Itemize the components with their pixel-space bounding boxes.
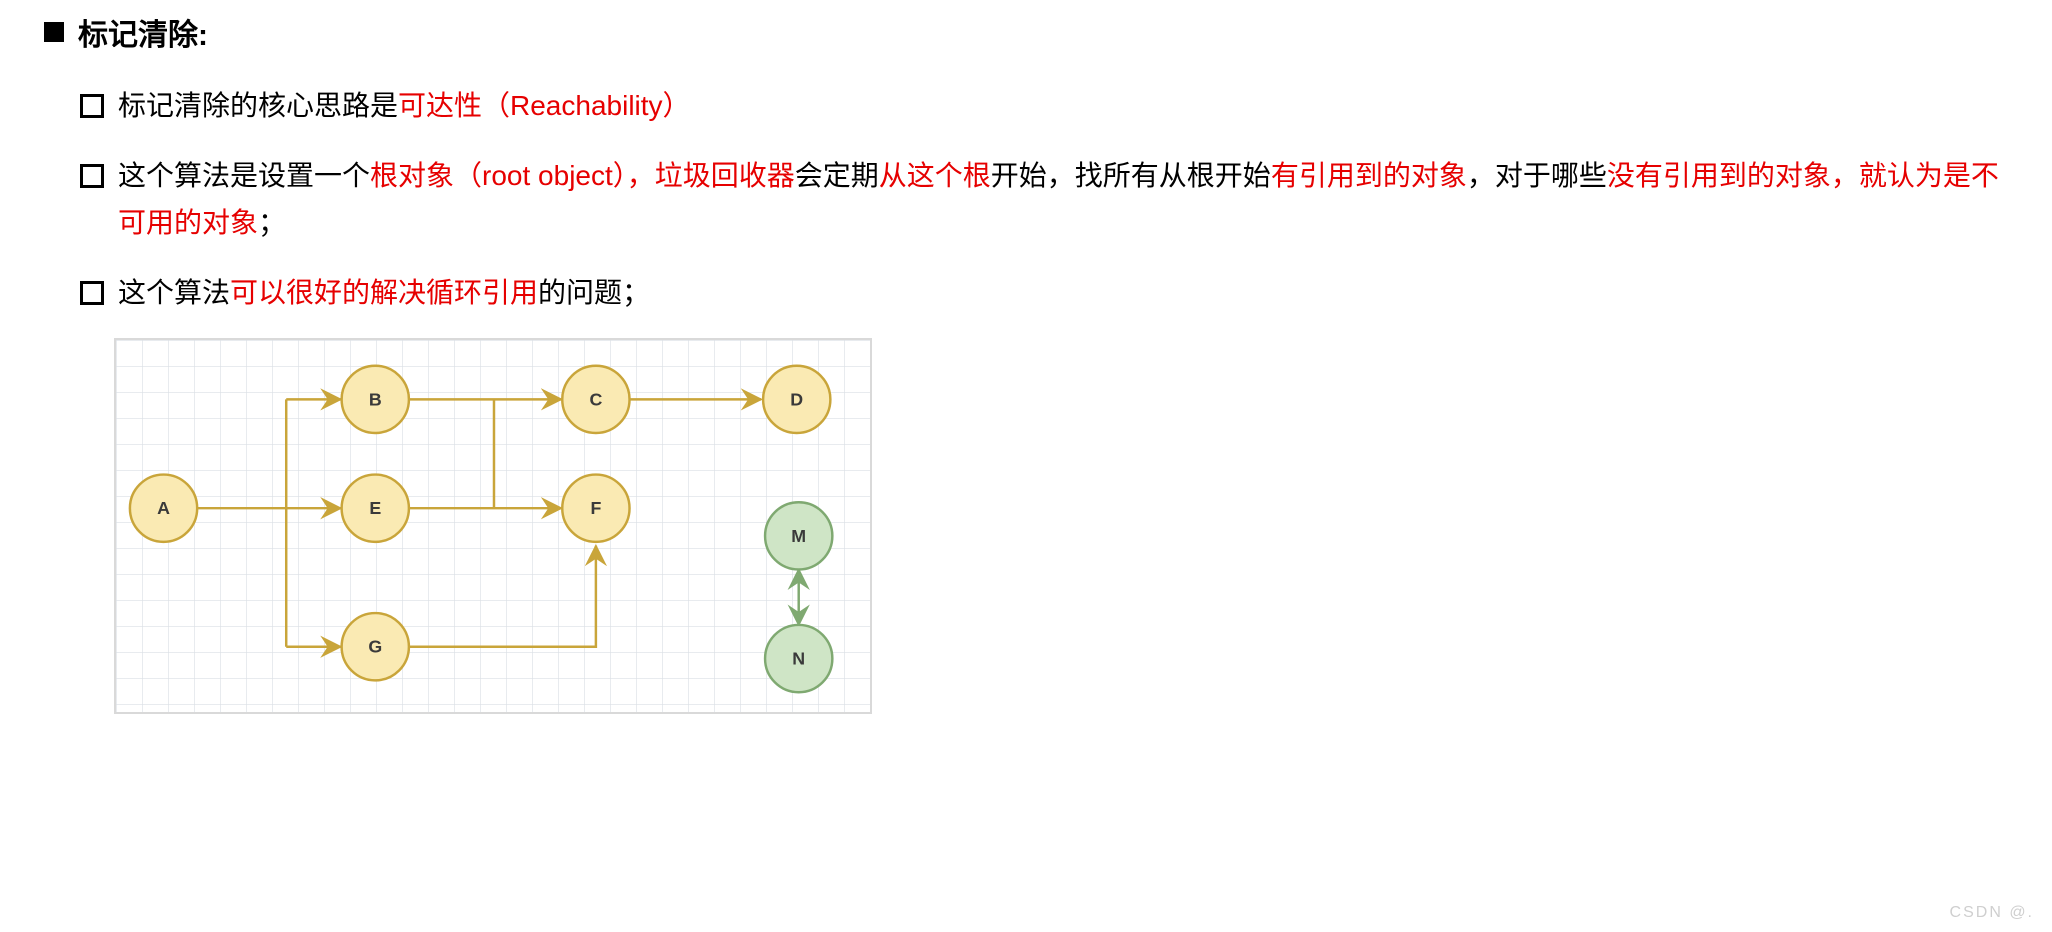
node-label: A: [157, 499, 170, 519]
text-fragment: 这个算法是设置一个: [118, 160, 370, 191]
text-fragment: 标记清除的核心思路是: [118, 90, 398, 121]
node-label: F: [590, 499, 601, 519]
text-fragment: 开始，找所有从根开始: [991, 160, 1271, 191]
list-item: 这个算法可以很好的解决循环引用的问题；: [80, 269, 2012, 317]
page: 标记清除: 标记清除的核心思路是可达性（Reachability） 这个算法是设…: [0, 0, 2052, 932]
text-fragment: 这个算法: [118, 277, 230, 308]
text-fragment-red: 有引用到的对象: [1271, 160, 1467, 191]
node-n: N: [765, 625, 832, 692]
node-label: N: [792, 649, 805, 669]
node-label: D: [790, 390, 803, 410]
sub-list: 标记清除的核心思路是可达性（Reachability） 这个算法是设置一个根对象…: [80, 82, 2012, 316]
node-g: G: [342, 613, 409, 680]
text-fragment-red: 可以很好的解决循环引用: [230, 277, 538, 308]
bullet-hollow-square-icon: [80, 94, 104, 118]
text-fragment: ，对于哪些: [1467, 160, 1607, 191]
list-item: 标记清除的核心思路是可达性（Reachability）: [80, 82, 2012, 130]
node-f: F: [562, 475, 629, 542]
node-label: M: [791, 526, 806, 546]
bullet-filled-square-icon: [44, 22, 64, 42]
diagram-svg: A B E G C: [116, 340, 870, 712]
watermark: CSDN @.: [1950, 904, 2034, 922]
node-m: M: [765, 503, 832, 570]
edges-yellow: [196, 400, 761, 647]
reachability-diagram: A B E G C: [114, 338, 872, 714]
node-e: E: [342, 475, 409, 542]
text-fragment: ；: [258, 207, 286, 238]
node-b: B: [342, 366, 409, 433]
node-a: A: [130, 475, 197, 542]
node-c: C: [562, 366, 629, 433]
text-fragment-red: 可达性（Reachability）: [398, 90, 691, 121]
list-item-text: 标记清除的核心思路是可达性（Reachability）: [118, 82, 2012, 130]
list-item-text: 这个算法是设置一个根对象（root object），垃圾回收器会定期从这个根开始…: [118, 152, 2012, 247]
heading-row: 标记清除:: [44, 10, 2012, 54]
node-label: G: [368, 637, 382, 657]
bullet-hollow-square-icon: [80, 281, 104, 305]
bullet-hollow-square-icon: [80, 164, 104, 188]
text-fragment: 的问题；: [538, 277, 650, 308]
heading-text: 标记清除:: [78, 10, 208, 54]
text-fragment-red: 从这个根: [879, 160, 991, 191]
node-d: D: [763, 366, 830, 433]
text-fragment-red: 根对象（root object），垃圾回收器: [370, 160, 795, 191]
node-label: C: [589, 390, 602, 410]
list-item-text: 这个算法可以很好的解决循环引用的问题；: [118, 269, 2012, 317]
list-item: 这个算法是设置一个根对象（root object），垃圾回收器会定期从这个根开始…: [80, 152, 2012, 247]
node-label: E: [369, 499, 381, 519]
node-label: B: [369, 390, 382, 410]
nodes-yellow: A B E G C: [130, 366, 830, 681]
text-fragment: 会定期: [795, 160, 879, 191]
